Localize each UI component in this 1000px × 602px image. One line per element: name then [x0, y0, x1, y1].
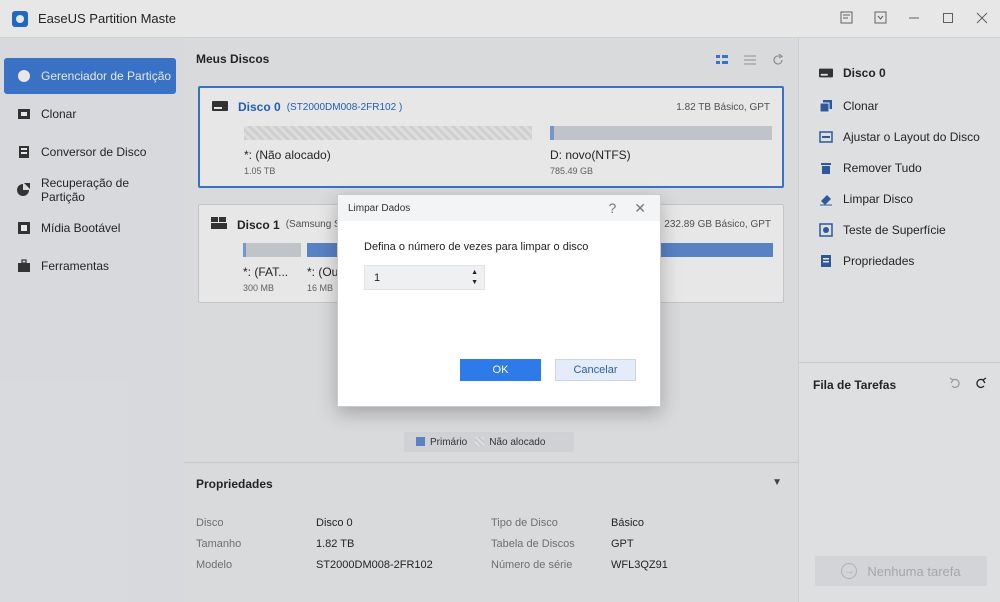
dialog-prompt: Defina o número de vezes para limpar o d… — [364, 241, 589, 253]
dialog-body: Defina o número de vezes para limpar o d… — [338, 221, 660, 310]
wipe-count-stepper[interactable]: 1 ▲ ▼ — [364, 265, 485, 290]
dialog-header-buttons: ? ✕ — [608, 200, 660, 217]
increment-icon[interactable]: ▲ — [471, 268, 478, 278]
decrement-icon[interactable]: ▼ — [471, 278, 478, 288]
ok-button[interactable]: OK — [460, 359, 541, 381]
wipe-data-dialog: Limpar Dados ? ✕ Defina o número de veze… — [337, 194, 661, 407]
dialog-footer: OK Cancelar — [460, 359, 636, 381]
wipe-count-value[interactable]: 1 — [374, 272, 380, 284]
cancel-button[interactable]: Cancelar — [555, 359, 636, 381]
dialog-title: Limpar Dados — [348, 202, 411, 214]
help-icon[interactable]: ? — [608, 200, 616, 217]
close-icon[interactable]: ✕ — [634, 200, 646, 217]
stepper-arrows: ▲ ▼ — [471, 268, 478, 288]
dialog-header: Limpar Dados ? ✕ — [338, 195, 660, 221]
